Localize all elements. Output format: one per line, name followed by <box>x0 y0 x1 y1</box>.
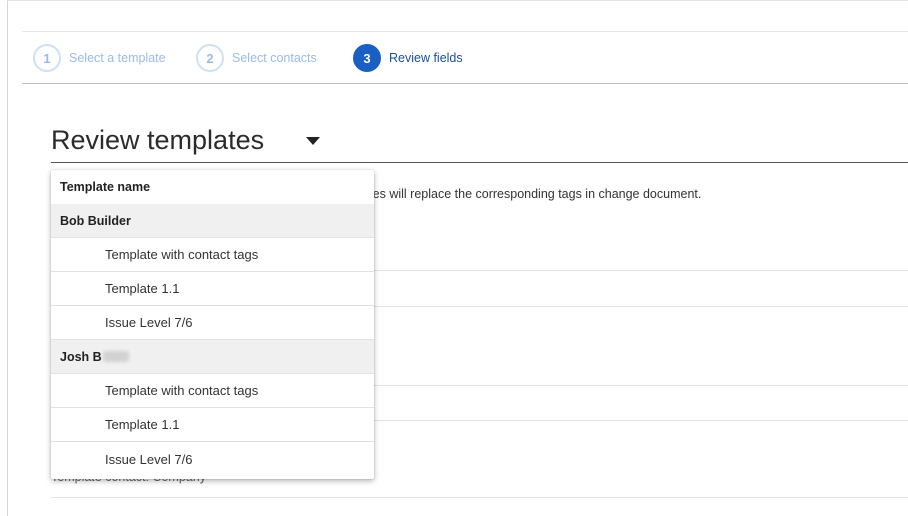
dropdown-group-josh: Josh B <box>51 340 374 374</box>
redacted-text <box>102 351 129 362</box>
step-select-template[interactable]: 1 Select a template <box>33 44 166 72</box>
step-number-circle: 3 <box>353 44 381 72</box>
window-border-top <box>7 0 908 1</box>
dropdown-group-bob-builder: Bob Builder <box>51 204 374 238</box>
step-select-contacts[interactable]: 2 Select contacts <box>196 44 317 72</box>
template-dropdown-menu[interactable]: Template name Bob Builder Template with … <box>51 170 374 479</box>
step-label: Select contacts <box>232 51 317 65</box>
group-name: Josh B <box>60 349 102 364</box>
dropdown-item[interactable]: Template 1.1 <box>51 272 374 306</box>
step-review-fields[interactable]: 3 Review fields <box>353 44 463 72</box>
dropdown-item[interactable]: Template with contact tags <box>51 238 374 272</box>
title-divider <box>51 162 908 163</box>
dropdown-item[interactable]: Issue Level 7/6 <box>51 442 374 476</box>
dropdown-item[interactable]: Template with contact tags <box>51 374 374 408</box>
description-text: alues will replace the corresponding tag… <box>356 187 702 201</box>
dropdown-item[interactable]: Template 1.1 <box>51 408 374 442</box>
dropdown-item[interactable]: Issue Level 7/6 <box>51 306 374 340</box>
dropdown-header: Template name <box>60 180 151 194</box>
step-label: Select a template <box>69 51 166 65</box>
step-label: Review fields <box>389 51 463 65</box>
window-border-left <box>7 0 8 516</box>
row-divider <box>51 497 908 498</box>
step-number-circle: 1 <box>33 44 61 72</box>
page-title[interactable]: Review templates <box>51 125 264 156</box>
step-number-circle: 2 <box>196 44 224 72</box>
stepper: 1 Select a template 2 Select contacts 3 … <box>22 31 908 84</box>
chevron-down-icon[interactable] <box>306 137 320 145</box>
